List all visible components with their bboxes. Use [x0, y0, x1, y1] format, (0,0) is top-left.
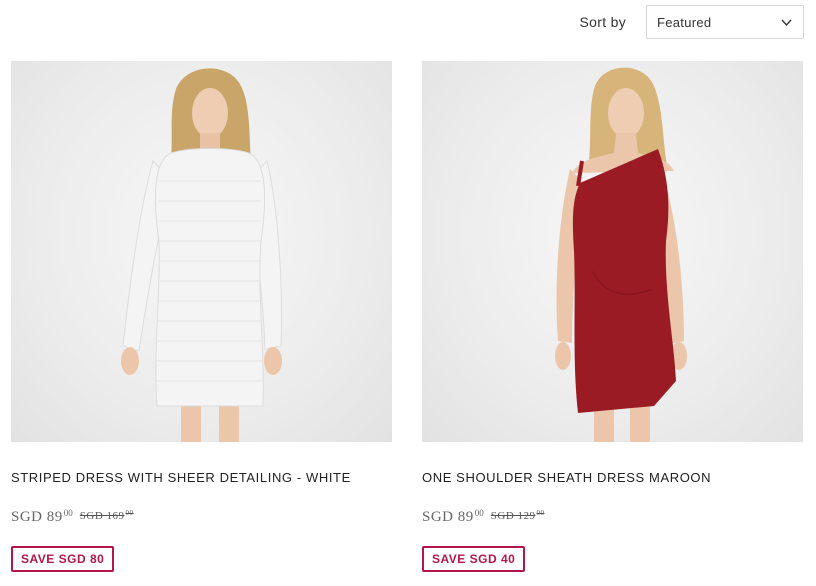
product-title[interactable]: STRIPED DRESS WITH SHEER DETAILING - WHI… [11, 470, 392, 486]
price-row: SGD 89 00 SGD 169 00 [11, 508, 392, 526]
sort-select-value: Featured [657, 14, 712, 30]
compare-price-cents: 00 [125, 509, 134, 517]
compare-price: SGD 169 00 [79, 509, 134, 522]
product-title[interactable]: ONE SHOULDER SHEATH DRESS MAROON [422, 470, 803, 486]
sale-price: SGD 89 [422, 509, 474, 525]
save-badge: SAVE SGD 40 [422, 546, 526, 572]
chevron-down-icon [781, 19, 792, 26]
product-card[interactable]: STRIPED DRESS WITH SHEER DETAILING - WHI… [11, 61, 392, 572]
compare-price: SGD 129 00 [490, 509, 545, 522]
product-grid: STRIPED DRESS WITH SHEER DETAILING - WHI… [11, 61, 803, 572]
compare-price-cents: 00 [536, 509, 545, 517]
sort-label: Sort by [579, 14, 626, 30]
save-badge: SAVE SGD 80 [11, 546, 115, 572]
compare-price-main: SGD 169 [79, 510, 125, 522]
product-image[interactable] [11, 61, 392, 442]
product-image[interactable] [422, 61, 803, 442]
sale-price: SGD 89 [11, 509, 63, 525]
product-card[interactable]: ONE SHOULDER SHEATH DRESS MAROON SGD 89 … [422, 61, 803, 572]
compare-price-main: SGD 129 [490, 510, 536, 522]
price-row: SGD 89 00 SGD 129 00 [422, 508, 803, 526]
sort-toolbar: Sort by Featured [580, 5, 804, 39]
sale-price-cents: 00 [63, 508, 73, 518]
sale-price-cents: 00 [474, 508, 484, 518]
sort-select[interactable]: Featured [646, 5, 804, 39]
model-photo-white-dress [121, 68, 282, 442]
model-photo-maroon-dress [555, 67, 687, 442]
